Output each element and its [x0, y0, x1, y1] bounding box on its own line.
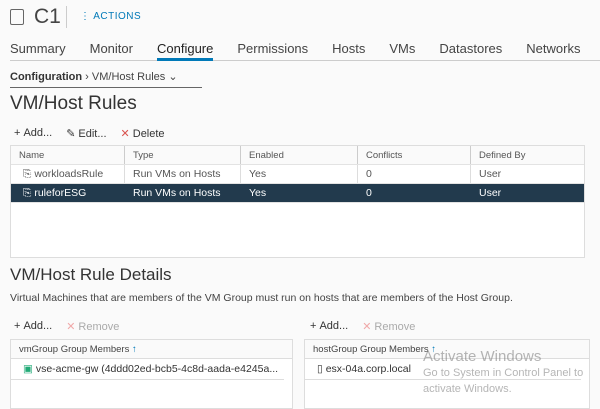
- vm-icon: ▣: [23, 363, 36, 375]
- vm-group-header[interactable]: vmGroup Group Members ↑: [11, 340, 292, 359]
- tab-datastores[interactable]: Datastores: [439, 40, 502, 61]
- breadcrumb-current: VM/Host Rules: [92, 71, 165, 83]
- table-header: Name Type Enabled Conflicts Defined By: [11, 146, 584, 165]
- plus-icon: +: [14, 127, 20, 139]
- tab-bar: Summary Monitor Configure Permissions Ho…: [10, 40, 600, 61]
- vertical-dots-icon: ⋮: [80, 11, 93, 22]
- delete-icon: ✕: [66, 321, 75, 333]
- cell-defined-by: User: [471, 184, 584, 202]
- table-row-selected[interactable]: ⎘ ruleforESG Run VMs on Hosts Yes 0 User: [11, 184, 584, 203]
- tab-summary[interactable]: Summary: [10, 40, 66, 61]
- tab-vms[interactable]: VMs: [389, 40, 415, 61]
- host-icon: ▯: [317, 363, 326, 375]
- add-host-member-button[interactable]: +Add...: [310, 320, 348, 333]
- pencil-icon: ✎: [66, 128, 75, 140]
- breadcrumb[interactable]: Configuration › VM/Host Rules ⌄: [10, 70, 202, 88]
- details-title: VM/Host Rule Details: [10, 265, 172, 285]
- plus-icon: +: [14, 320, 20, 332]
- plus-icon: +: [310, 320, 316, 332]
- sort-up-icon: ↑: [132, 344, 137, 355]
- details-description: Virtual Machines that are members of the…: [10, 292, 513, 304]
- cell-conflicts: 0: [358, 165, 471, 183]
- tab-configure[interactable]: Configure: [157, 40, 213, 61]
- host-group-toolbar: +Add... ✕Remove: [310, 320, 415, 333]
- rule-icon: ⎘: [23, 187, 34, 200]
- vm-group-members-table: vmGroup Group Members ↑ ▣ vse-acme-gw (4…: [10, 339, 293, 409]
- chevron-right-icon: ›: [85, 71, 89, 83]
- list-item[interactable]: ▣ vse-acme-gw (4ddd02ed-bcb5-4c8d-aada-e…: [11, 359, 284, 380]
- cell-enabled: Yes: [241, 184, 358, 202]
- cluster-icon: [10, 9, 24, 25]
- remove-vm-member-button[interactable]: ✕Remove: [66, 320, 119, 333]
- divider: [66, 6, 67, 28]
- rules-toolbar: +Add... ✎Edit... ✕Delete: [14, 127, 165, 140]
- remove-host-member-button[interactable]: ✕Remove: [362, 320, 415, 333]
- delete-icon: ✕: [362, 321, 371, 333]
- col-name[interactable]: Name: [11, 146, 125, 164]
- add-rule-button[interactable]: +Add...: [14, 127, 52, 140]
- actions-button[interactable]: ⋮ ACTIONS: [80, 11, 141, 22]
- col-conflicts[interactable]: Conflicts: [358, 146, 471, 164]
- table-row[interactable]: ⎘ workloadsRule Run VMs on Hosts Yes 0 U…: [11, 165, 584, 184]
- cell-enabled: Yes: [241, 165, 358, 183]
- rules-table: Name Type Enabled Conflicts Defined By ⎘…: [10, 145, 585, 258]
- tab-hosts[interactable]: Hosts: [332, 40, 365, 61]
- tab-networks[interactable]: Networks: [526, 40, 580, 61]
- section-title: VM/Host Rules: [10, 93, 137, 115]
- cell-type: Run VMs on Hosts: [125, 184, 241, 202]
- page-title: C1: [34, 5, 61, 29]
- delete-rule-button[interactable]: ✕Delete: [121, 127, 165, 140]
- add-vm-member-button[interactable]: +Add...: [14, 320, 52, 333]
- rule-icon: ⎘: [23, 168, 34, 181]
- cell-defined-by: User: [471, 165, 584, 183]
- col-enabled[interactable]: Enabled: [241, 146, 358, 164]
- col-defined-by[interactable]: Defined By: [471, 146, 584, 164]
- edit-rule-button[interactable]: ✎Edit...: [66, 127, 106, 140]
- vm-group-toolbar: +Add... ✕Remove: [14, 320, 119, 333]
- activate-windows-watermark: Activate Windows Go to System in Control…: [423, 349, 583, 397]
- cell-conflicts: 0: [358, 184, 471, 202]
- tab-permissions[interactable]: Permissions: [237, 40, 308, 61]
- delete-icon: ✕: [121, 128, 130, 140]
- breadcrumb-root[interactable]: Configuration: [10, 71, 82, 83]
- tab-monitor[interactable]: Monitor: [90, 40, 133, 61]
- chevron-down-icon: ⌄: [168, 71, 177, 83]
- col-type[interactable]: Type: [125, 146, 241, 164]
- cell-type: Run VMs on Hosts: [125, 165, 241, 183]
